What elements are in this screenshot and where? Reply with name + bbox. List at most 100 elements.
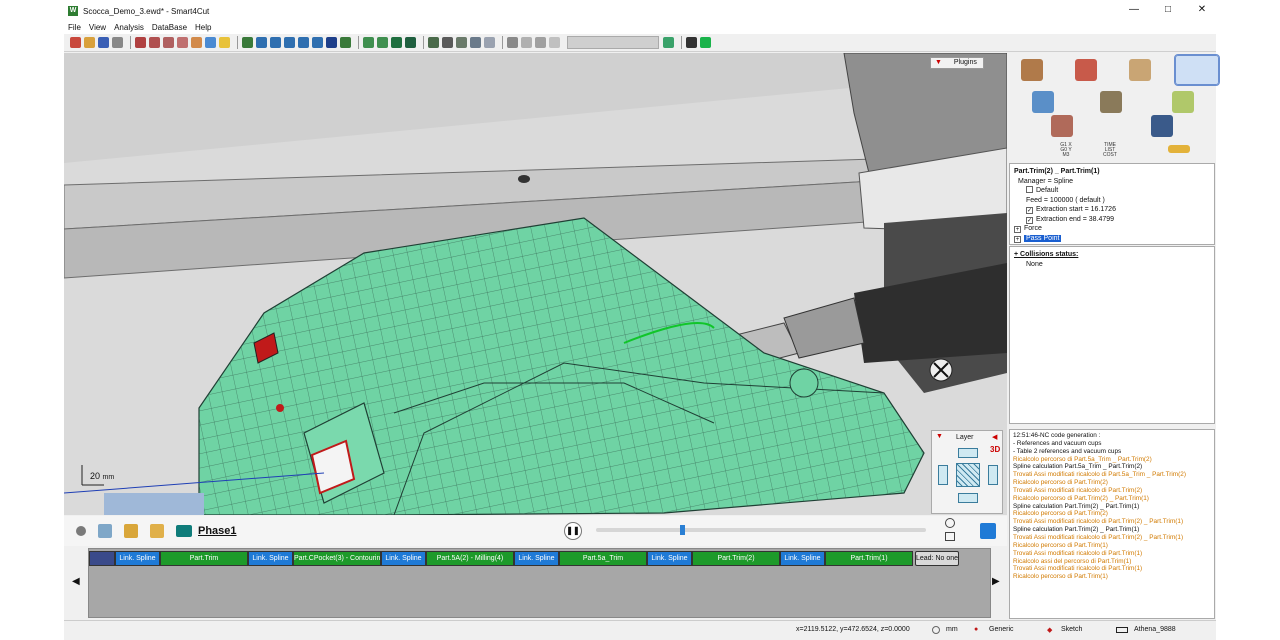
drill-icon[interactable] [150,524,164,538]
timeline-segment-part[interactable]: Part.5A(2) - Milling(4) [426,551,514,566]
close-button[interactable]: ✕ [1196,4,1208,15]
filter-list-icon[interactable] [980,523,996,539]
calculator-icon[interactable] [1172,91,1194,113]
view-bottom-icon[interactable] [326,37,337,48]
tool-icon[interactable] [456,37,467,48]
print-icon[interactable] [112,37,123,48]
view-right-icon[interactable] [298,37,309,48]
panel-material-icon[interactable] [1129,59,1151,81]
fixture-icon[interactable] [1032,91,1054,113]
3d-viewport[interactable]: 20 mm ▼ Plugins ▼ Layer ◀ 3D [64,53,1007,515]
probe-icon[interactable] [470,37,481,48]
zoom-fit-icon[interactable] [945,532,955,541]
plugins-dropdown[interactable]: ▼ Plugins [930,57,984,69]
view-back-icon[interactable] [270,37,281,48]
new-file-icon[interactable] [70,37,81,48]
message-log[interactable]: 12:51:46-NC code generation :- Reference… [1009,429,1215,619]
post-processor-icon[interactable] [1151,115,1173,137]
view-top-icon[interactable] [312,37,323,48]
machine-view-icon[interactable] [428,37,439,48]
license-key-icon[interactable] [1168,145,1190,153]
zoom-out-icon[interactable] [163,37,174,48]
timeline-segment-part[interactable]: Part.Trim(1) [825,551,913,566]
extraction-start-row[interactable]: ✓ Extraction start = 16.1726 [1014,205,1210,215]
shaded-icon[interactable] [391,37,402,48]
extraction-end-row[interactable]: ✓ Extraction end = 38.4799 [1014,215,1210,225]
timeline-segment-lead[interactable]: Lead: No one [915,551,959,566]
view-front-icon[interactable] [256,37,267,48]
undo-dropdown-icon[interactable] [521,37,532,48]
timeline-track[interactable]: Link. Spline Part.Trim Link. Spline Part.CP… [88,548,991,618]
simulation-slider[interactable] [596,525,926,535]
default-row[interactable]: Default [1014,186,1210,196]
zoom-in-icon[interactable] [149,37,160,48]
view-iso-icon[interactable] [242,37,253,48]
brush-tool-icon[interactable] [1021,59,1043,81]
expand-icon[interactable]: + [1014,226,1021,233]
timeline-start-segment[interactable] [89,551,115,566]
default-checkbox[interactable] [1026,186,1033,193]
menu-help[interactable]: Help [195,22,211,34]
timeline-segment-part[interactable]: Part.Trim [160,551,248,566]
wireframe-icon[interactable] [363,37,374,48]
library-icon[interactable] [1051,115,1073,137]
slider-thumb[interactable] [680,525,685,535]
timeline-segment-part[interactable]: Part.CPocket(3) - Contouring... [293,551,381,566]
machining-icon[interactable] [1075,59,1097,81]
view-mode-3d[interactable]: 3D [990,445,1000,454]
timeline-segment-link[interactable]: Link. Spline [780,551,825,566]
nc-code-icon[interactable]: G1 X G0 Y M3 [1056,143,1076,158]
machine-label[interactable]: Athena_9888 [1134,626,1176,633]
layer-center-button[interactable] [956,463,980,487]
vacuum-cup-icon[interactable] [98,524,112,538]
pass-point-label[interactable]: Pass Point [1024,234,1062,242]
redo-dropdown-icon[interactable] [549,37,560,48]
layer-right-button[interactable] [988,465,998,485]
zoom-window-icon[interactable] [177,37,188,48]
pan-hand-icon[interactable] [191,37,202,48]
timeline-segment-link[interactable]: Link. Spline [514,551,559,566]
sketch-label[interactable]: Sketch [1061,626,1082,633]
layer-bottom-button[interactable] [958,493,978,503]
timeline-segment-link[interactable]: Link. Spline [647,551,692,566]
extraction-start-checkbox[interactable]: ✓ [1026,207,1033,214]
pause-button[interactable]: ❚❚ [564,522,582,540]
view-left-icon[interactable] [284,37,295,48]
measure-icon[interactable] [205,37,216,48]
phase-name[interactable]: Phase1 [198,525,237,537]
maximize-button[interactable]: □ [1162,4,1174,15]
timeline-segment-link[interactable]: Link. Spline [248,551,293,566]
timeline-prev-icon[interactable]: ◀ [72,576,80,587]
time-cost-icon[interactable]: TIME LIST COST [1098,143,1122,158]
refresh-icon[interactable] [663,37,674,48]
timeline-segment-part[interactable]: Part.Trim(2) [692,551,780,566]
timeline-segment-link[interactable]: Link. Spline [115,551,160,566]
redo-icon[interactable] [535,37,546,48]
hidden-line-icon[interactable] [377,37,388,48]
save-icon[interactable] [98,37,109,48]
settings-gear-icon[interactable] [76,526,86,536]
mode-label[interactable]: Generic [989,626,1014,633]
collapse-arrow-icon[interactable]: ▼ [936,433,943,440]
user-icon[interactable] [686,37,697,48]
command-field[interactable] [567,36,659,49]
force-row[interactable]: + Force [1014,224,1210,234]
zoom-icon[interactable] [135,37,146,48]
menu-view[interactable]: View [89,22,106,34]
zoom-search-icon[interactable] [945,518,955,528]
tool-holder-icon[interactable] [124,524,138,538]
open-file-icon[interactable] [84,37,95,48]
collisions-title[interactable]: + Collisions status: [1014,250,1210,260]
minimize-button[interactable]: — [1128,4,1140,15]
view-axes-icon[interactable] [340,37,351,48]
light-bulb-icon[interactable] [219,37,230,48]
layer-left-button[interactable] [938,465,948,485]
undo-icon[interactable] [507,37,518,48]
timeline-segment-link[interactable]: Link. Spline [381,551,426,566]
menu-database[interactable]: DataBase [152,22,187,34]
expand-icon[interactable]: + [1014,235,1021,243]
report-icon[interactable] [484,37,495,48]
pass-point-row[interactable]: + Pass Point [1014,234,1210,244]
panel-arrow-icon[interactable]: ◀ [992,433,997,441]
menu-file[interactable]: File [68,22,81,34]
